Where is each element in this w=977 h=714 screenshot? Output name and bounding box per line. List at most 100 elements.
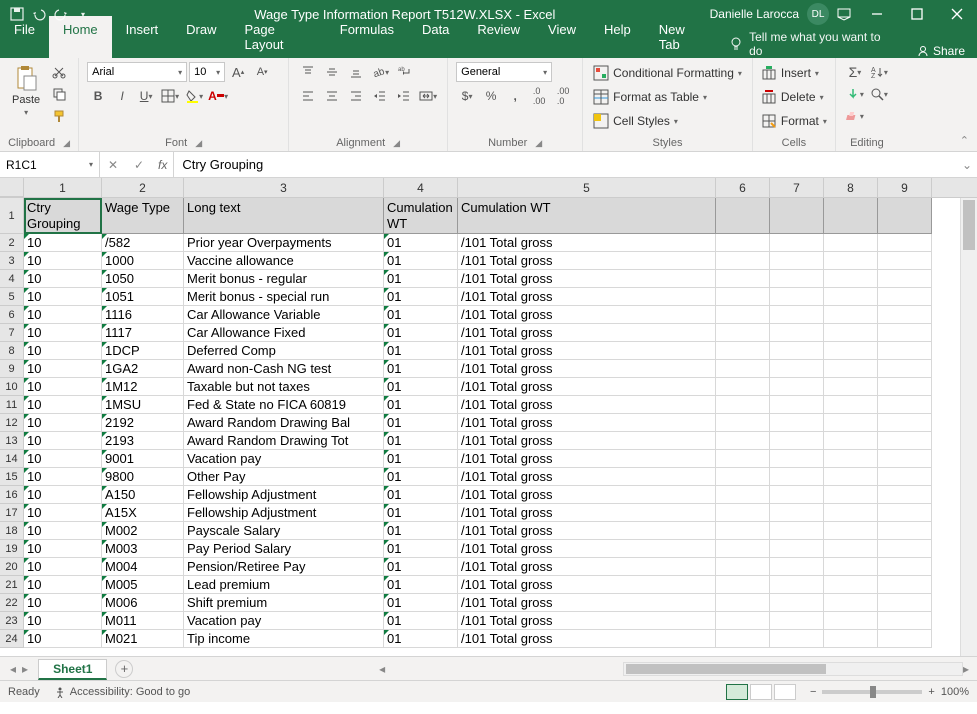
row-header[interactable]: 19 (0, 540, 24, 558)
cell[interactable] (878, 612, 932, 630)
cell[interactable]: A15X (102, 504, 184, 522)
accessibility-status[interactable]: Accessibility: Good to go (54, 686, 190, 698)
increase-indent-button[interactable] (393, 86, 415, 106)
align-right-button[interactable] (345, 86, 367, 106)
cell[interactable] (716, 576, 770, 594)
hscroll-left-icon[interactable]: ◂ (379, 662, 385, 676)
column-header[interactable]: 2 (102, 178, 184, 197)
cell[interactable]: Award Random Drawing Tot (184, 432, 384, 450)
cell[interactable]: 01 (384, 414, 458, 432)
cell[interactable]: Ctry Grouping (24, 198, 102, 234)
cell[interactable] (770, 288, 824, 306)
name-box[interactable]: R1C1▾ (0, 152, 100, 177)
cell[interactable] (716, 522, 770, 540)
decrease-decimal-button[interactable]: .00.0 (552, 86, 574, 106)
cell[interactable] (716, 612, 770, 630)
cell[interactable]: 10 (24, 270, 102, 288)
cell[interactable] (824, 450, 878, 468)
cell[interactable]: 01 (384, 468, 458, 486)
ribbon-options-icon[interactable] (837, 7, 851, 21)
cell[interactable] (716, 558, 770, 576)
cell[interactable] (770, 360, 824, 378)
cell[interactable]: 2193 (102, 432, 184, 450)
insert-cells-button[interactable]: Insert▾ (761, 62, 819, 84)
column-header[interactable]: 4 (384, 178, 458, 197)
row-header[interactable]: 11 (0, 396, 24, 414)
decrease-indent-button[interactable] (369, 86, 391, 106)
scrollbar-thumb[interactable] (963, 200, 975, 250)
align-middle-button[interactable] (321, 62, 343, 82)
cell[interactable]: A150 (102, 486, 184, 504)
row-header[interactable]: 20 (0, 558, 24, 576)
accounting-format-button[interactable]: $▾ (456, 86, 478, 106)
cell[interactable]: 01 (384, 540, 458, 558)
cell[interactable]: /101 Total gross (458, 576, 716, 594)
cell[interactable] (770, 540, 824, 558)
cell[interactable]: 1M12 (102, 378, 184, 396)
cell[interactable] (716, 414, 770, 432)
cell-styles-button[interactable]: Cell Styles▾ (591, 110, 680, 132)
cell[interactable] (824, 630, 878, 648)
spreadsheet-grid[interactable]: 123456789 1Ctry GroupingWage TypeLong te… (0, 178, 977, 656)
cell[interactable]: 01 (384, 450, 458, 468)
cell[interactable]: Cumulation WT (458, 198, 716, 234)
cell[interactable]: 10 (24, 306, 102, 324)
cell[interactable] (878, 234, 932, 252)
tab-new-tab[interactable]: New Tab (645, 16, 719, 58)
row-header[interactable]: 13 (0, 432, 24, 450)
cell[interactable]: 01 (384, 324, 458, 342)
cell[interactable] (716, 342, 770, 360)
cell[interactable] (770, 576, 824, 594)
cell[interactable] (770, 324, 824, 342)
cell[interactable]: M006 (102, 594, 184, 612)
cell[interactable] (716, 306, 770, 324)
row-header[interactable]: 12 (0, 414, 24, 432)
cell[interactable] (770, 522, 824, 540)
cell[interactable]: 01 (384, 342, 458, 360)
sheet-nav-prev-icon[interactable]: ◂ (10, 662, 16, 676)
minimize-button[interactable] (857, 0, 897, 28)
fill-button[interactable]: ▾ (844, 84, 866, 104)
cell[interactable] (770, 198, 824, 234)
cell[interactable] (878, 324, 932, 342)
merge-center-button[interactable]: ▾ (417, 86, 439, 106)
cell[interactable]: 01 (384, 378, 458, 396)
cell[interactable]: 10 (24, 576, 102, 594)
cell[interactable]: Lead premium (184, 576, 384, 594)
row-header[interactable]: 5 (0, 288, 24, 306)
zoom-slider[interactable] (822, 690, 922, 694)
conditional-formatting-button[interactable]: Conditional Formatting▾ (591, 62, 744, 84)
cell[interactable] (716, 198, 770, 234)
cell[interactable]: Wage Type (102, 198, 184, 234)
cell[interactable]: /101 Total gross (458, 486, 716, 504)
cell[interactable] (716, 360, 770, 378)
cell[interactable] (878, 594, 932, 612)
cell[interactable] (878, 306, 932, 324)
cell[interactable] (824, 288, 878, 306)
cell[interactable] (878, 432, 932, 450)
cell[interactable] (824, 342, 878, 360)
cell[interactable]: /101 Total gross (458, 522, 716, 540)
column-header[interactable]: 3 (184, 178, 384, 197)
cell[interactable]: 10 (24, 414, 102, 432)
tab-page-layout[interactable]: Page Layout (231, 16, 326, 58)
align-left-button[interactable] (297, 86, 319, 106)
cell[interactable]: 10 (24, 522, 102, 540)
cell[interactable]: 1117 (102, 324, 184, 342)
autosum-button[interactable]: Σ▾ (844, 62, 866, 82)
fx-icon[interactable]: fx (152, 158, 173, 172)
borders-button[interactable]: ▾ (159, 86, 181, 106)
underline-button[interactable]: U▾ (135, 86, 157, 106)
scrollbar-thumb[interactable] (626, 664, 826, 674)
number-format-combo[interactable]: General▾ (456, 62, 552, 82)
cell[interactable]: Merit bonus - regular (184, 270, 384, 288)
close-button[interactable] (937, 0, 977, 28)
cell[interactable]: M002 (102, 522, 184, 540)
row-header[interactable]: 23 (0, 612, 24, 630)
cell[interactable]: 10 (24, 612, 102, 630)
cell[interactable]: 10 (24, 558, 102, 576)
avatar[interactable]: DL (807, 3, 829, 25)
dialog-launcher-icon[interactable]: ◢ (195, 138, 202, 149)
dialog-launcher-icon[interactable]: ◢ (393, 138, 400, 149)
cell[interactable]: 10 (24, 324, 102, 342)
